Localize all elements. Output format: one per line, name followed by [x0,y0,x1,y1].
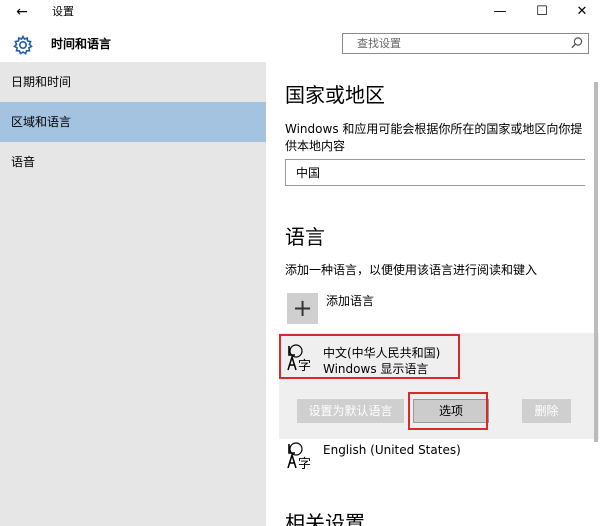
scrollbar[interactable] [592,62,600,526]
title-bar: ← 设置 — ☐ ✕ [0,0,600,24]
remove-button[interactable]: 删除 [522,399,571,423]
header: 时间和语言 查找设置 [0,26,600,62]
highlight-box-language [279,334,460,379]
window-title: 设置 [52,5,74,18]
content-pane: 国家或地区 Windows 和应用可能会根据你所在的国家或地区向你提供本地内容 … [266,62,600,526]
related-settings-heading: 相关设置 [285,511,365,526]
language-name: English (United States) [323,443,461,457]
search-placeholder: 查找设置 [357,37,401,50]
region-description: Windows 和应用可能会根据你所在的国家或地区向你提供本地内容 [285,122,583,153]
maximize-button[interactable]: ☐ [522,0,562,24]
gear-icon [13,34,33,55]
svg-text:字: 字 [298,457,311,471]
country-region-select[interactable]: 中国 [285,159,585,186]
language-heading: 语言 [285,225,325,249]
scrollbar-thumb[interactable] [594,82,598,442]
sidebar-item-speech[interactable]: 语音 [0,142,266,182]
sidebar-item-date-time[interactable]: 日期和时间 [0,62,266,102]
back-button[interactable]: ← [12,3,32,21]
minimize-button[interactable]: — [480,0,520,24]
search-input[interactable]: 查找设置 [342,33,589,54]
add-language-label[interactable]: 添加语言 [326,293,374,309]
language-icon: 字 [287,442,311,471]
add-language-button[interactable]: + [287,293,318,324]
set-default-button[interactable]: 设置为默认语言 [297,399,404,423]
language-description: 添加一种语言，以便使用该语言进行阅读和键入 [285,263,538,277]
country-region-value: 中国 [296,166,321,180]
close-button[interactable]: ✕ [562,0,600,24]
sidebar-item-region-language[interactable]: 区域和语言 [0,102,266,142]
search-icon[interactable] [570,36,584,50]
page-title: 时间和语言 [51,37,112,51]
sidebar: 日期和时间 区域和语言 语音 [0,62,266,526]
highlight-box-options [408,392,488,430]
region-heading: 国家或地区 [285,83,385,107]
